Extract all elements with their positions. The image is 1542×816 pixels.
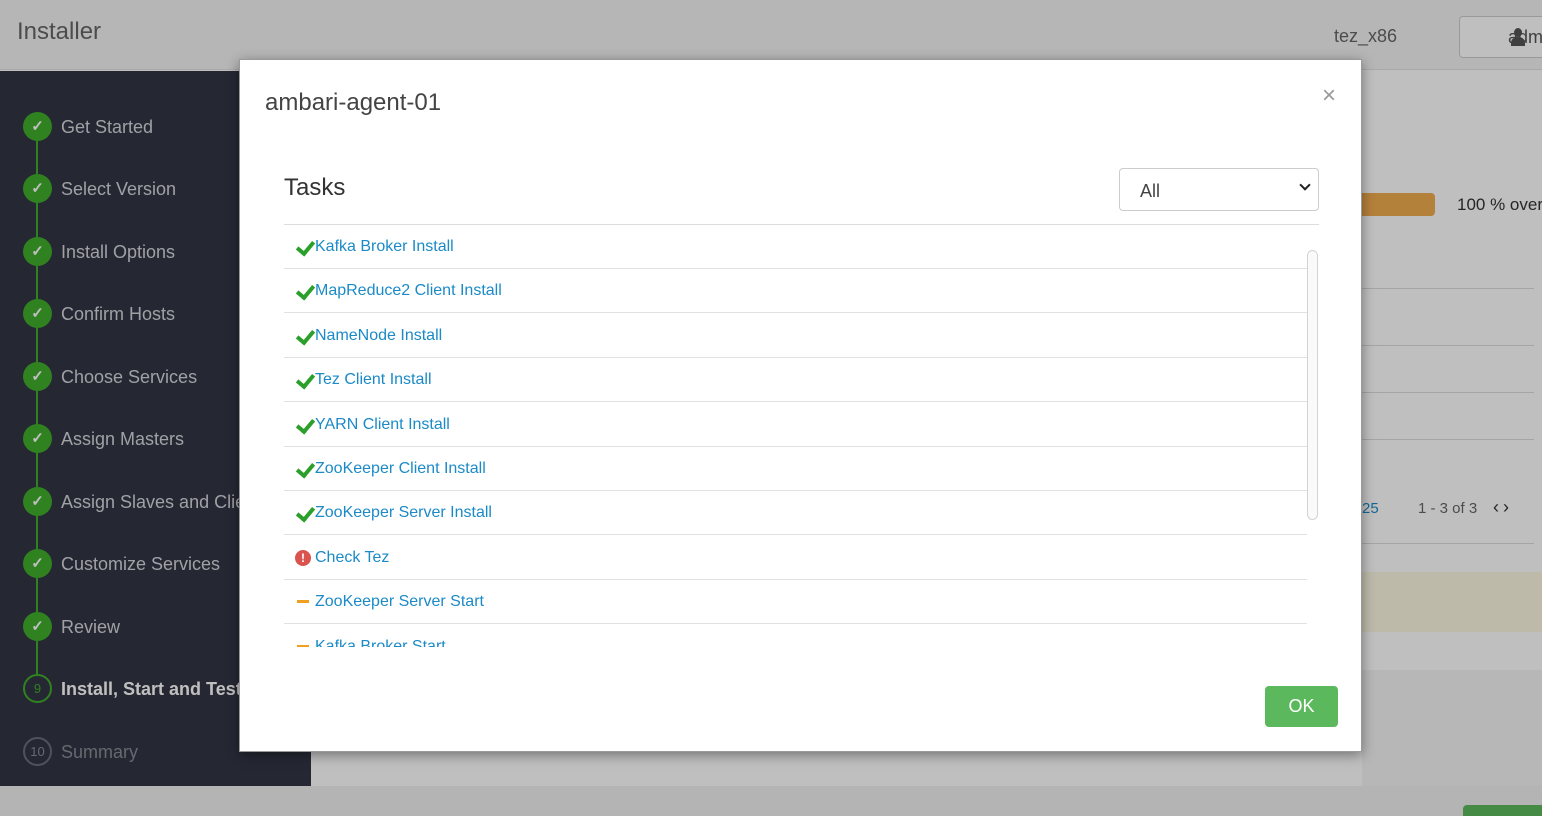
task-row[interactable]: ZooKeeper Server Start (284, 580, 1307, 624)
task-row[interactable]: MapReduce2 Client Install (284, 269, 1307, 313)
chevron-down-icon (1300, 181, 1310, 191)
task-link[interactable]: Kafka Broker Start (315, 638, 446, 647)
task-row[interactable]: Tez Client Install (284, 358, 1307, 402)
task-link[interactable]: YARN Client Install (315, 416, 450, 434)
check-icon (295, 461, 313, 477)
check-icon (295, 283, 313, 299)
task-list-scrollbar[interactable] (1307, 250, 1318, 520)
task-link[interactable]: Check Tez (315, 549, 389, 567)
host-tasks-modal: ambari-agent-01 × Tasks All Kafka Broker… (239, 59, 1362, 752)
task-row[interactable]: ZooKeeper Client Install (284, 447, 1307, 491)
task-row[interactable]: Kafka Broker Start (284, 625, 1307, 647)
task-link[interactable]: Tez Client Install (315, 371, 432, 389)
task-row[interactable]: NameNode Install (284, 314, 1307, 358)
task-filter-value: All (1140, 181, 1161, 201)
check-icon (295, 328, 313, 344)
modal-title: ambari-agent-01 (265, 89, 442, 116)
tasks-heading: Tasks (284, 174, 346, 201)
task-link[interactable]: ZooKeeper Server Install (315, 504, 492, 522)
task-filter-select[interactable]: All (1119, 168, 1319, 211)
task-row[interactable]: YARN Client Install (284, 403, 1307, 447)
check-icon (295, 505, 313, 521)
dash-icon (295, 594, 313, 610)
task-row[interactable]: Check Tez (284, 536, 1307, 580)
task-row[interactable]: Kafka Broker Install (284, 225, 1307, 269)
task-link[interactable]: ZooKeeper Server Start (315, 593, 484, 611)
task-link[interactable]: NameNode Install (315, 327, 442, 345)
dash-icon (295, 639, 313, 647)
check-icon (295, 372, 313, 388)
task-link[interactable]: MapReduce2 Client Install (315, 282, 502, 300)
check-icon (295, 239, 313, 255)
close-icon[interactable]: × (1322, 84, 1336, 108)
task-list[interactable]: Kafka Broker Install MapReduce2 Client I… (284, 225, 1307, 647)
task-row[interactable]: ZooKeeper Server Install (284, 491, 1307, 535)
check-icon (295, 417, 313, 433)
error-icon (295, 550, 311, 566)
task-link[interactable]: ZooKeeper Client Install (315, 460, 486, 478)
ok-button[interactable]: OK (1265, 686, 1338, 727)
task-link[interactable]: Kafka Broker Install (315, 238, 454, 256)
